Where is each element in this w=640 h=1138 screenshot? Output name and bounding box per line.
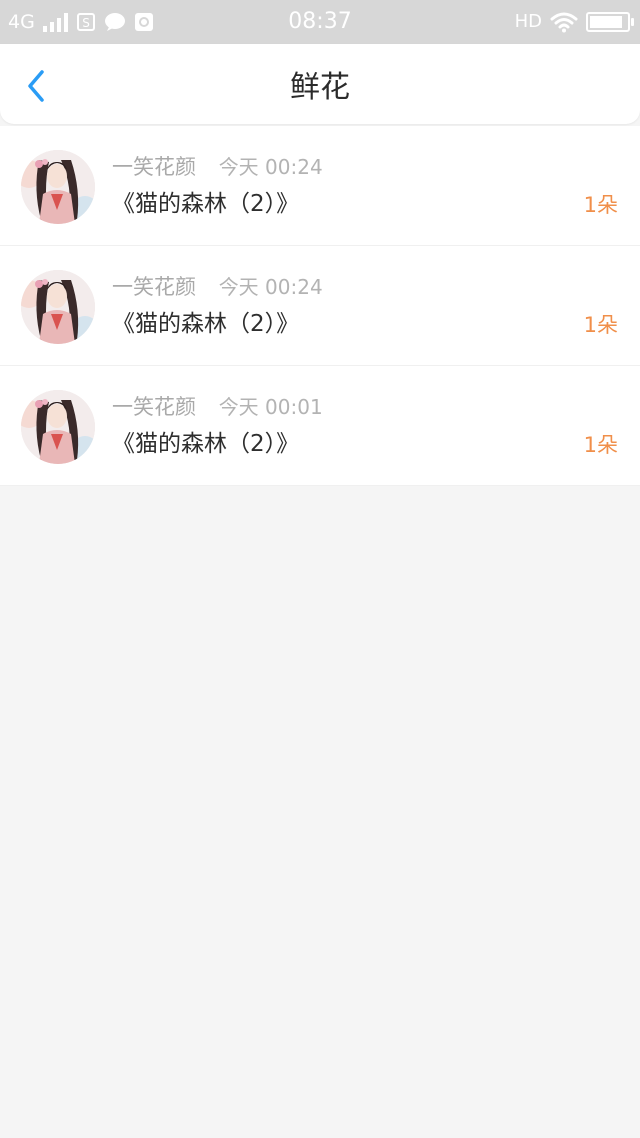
list-item[interactable]: 一笑花颜 今天 00:24 《猫的森林（2）》 1朵 — [0, 126, 640, 246]
timestamp: 今天 00:01 — [218, 395, 323, 419]
avatar[interactable] — [21, 150, 95, 224]
flower-count: 1朵 — [583, 313, 618, 337]
avatar-illustration — [21, 390, 95, 464]
wifi-icon — [550, 12, 578, 33]
list-item[interactable]: 一笑花颜 今天 00:01 《猫的森林（2）》 1朵 — [0, 366, 640, 486]
status-bar: 4G S 08:37 HD — [0, 0, 640, 44]
timestamp: 今天 00:24 — [218, 275, 323, 299]
battery-fill — [590, 16, 622, 28]
avatar-illustration — [21, 270, 95, 344]
book-title[interactable]: 《猫的森林（2）》 — [112, 308, 299, 340]
timestamp: 今天 00:24 — [218, 155, 323, 179]
user-name[interactable]: 一笑花颜 — [112, 275, 196, 299]
list-item[interactable]: 一笑花颜 今天 00:24 《猫的森林（2）》 1朵 — [0, 246, 640, 366]
avatar-illustration — [21, 150, 95, 224]
battery-icon — [586, 12, 634, 32]
book-title[interactable]: 《猫的森林（2）》 — [112, 188, 299, 220]
item-meta: 一笑花颜 今天 00:01 — [112, 392, 323, 422]
item-meta: 一笑花颜 今天 00:24 — [112, 272, 323, 302]
flower-list: 一笑花颜 今天 00:24 《猫的森林（2）》 1朵 一笑花颜 今天 00:24… — [0, 126, 640, 486]
header: 鲜花 — [0, 44, 640, 124]
page-title: 鲜花 — [290, 70, 350, 105]
user-name[interactable]: 一笑花颜 — [112, 155, 196, 179]
status-right: HD — [514, 8, 634, 36]
flower-count: 1朵 — [583, 193, 618, 217]
flower-count: 1朵 — [583, 433, 618, 457]
book-title[interactable]: 《猫的森林（2）》 — [112, 428, 299, 460]
avatar[interactable] — [21, 270, 95, 344]
item-meta: 一笑花颜 今天 00:24 — [112, 152, 323, 182]
avatar[interactable] — [21, 390, 95, 464]
user-name[interactable]: 一笑花颜 — [112, 395, 196, 419]
hd-label: HD — [514, 11, 542, 32]
